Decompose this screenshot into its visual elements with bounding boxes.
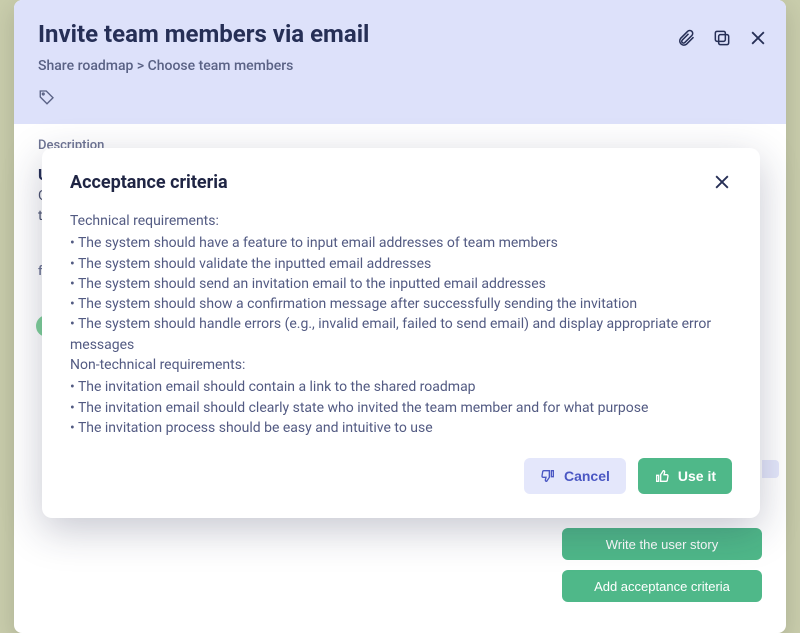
acceptance-criteria-modal: Acceptance criteria Technical requiremen… [42,148,760,518]
nontech-requirements-list: The invitation email should contain a li… [70,377,732,438]
tag-icon[interactable] [38,88,56,106]
modal-actions: Cancel Use it [70,458,732,494]
list-item: The invitation process should be easy an… [70,418,732,438]
cancel-button[interactable]: Cancel [524,458,626,494]
list-item: The invitation email should contain a li… [70,377,732,397]
close-icon[interactable] [748,28,768,48]
list-item: The system should send an invitation ema… [70,274,732,294]
modal-body: Technical requirements: The system shoul… [70,211,732,438]
copy-icon[interactable] [712,28,732,48]
panel-title: Invite team members via email [38,20,762,48]
use-it-label: Use it [678,468,716,484]
nontech-requirements-header: Non-technical requirements: [70,355,732,375]
modal-title: Acceptance criteria [70,172,228,193]
tech-requirements-header: Technical requirements: [70,211,732,231]
use-it-button[interactable]: Use it [638,458,732,494]
panel-header: Invite team members via email Share road… [14,0,786,124]
cancel-label: Cancel [564,468,610,484]
modal-header: Acceptance criteria [70,172,732,193]
tech-requirements-list: The system should have a feature to inpu… [70,233,732,355]
header-actions [676,28,768,48]
breadcrumb[interactable]: Share roadmap > Choose team members [38,58,762,74]
tag-row [38,88,762,110]
list-item: The system should handle errors (e.g., i… [70,314,732,355]
thumbs-up-icon [654,468,670,484]
thumbs-down-icon [540,468,556,484]
add-acceptance-criteria-button[interactable]: Add acceptance criteria [562,570,762,602]
list-item: The system should validate the inputted … [70,254,732,274]
list-item: The system should show a confirmation me… [70,294,732,314]
write-user-story-button[interactable]: Write the user story [562,528,762,560]
list-item: The invitation email should clearly stat… [70,398,732,418]
modal-close-icon[interactable] [712,172,732,192]
attachment-icon[interactable] [676,28,696,48]
list-item: The system should have a feature to inpu… [70,233,732,253]
